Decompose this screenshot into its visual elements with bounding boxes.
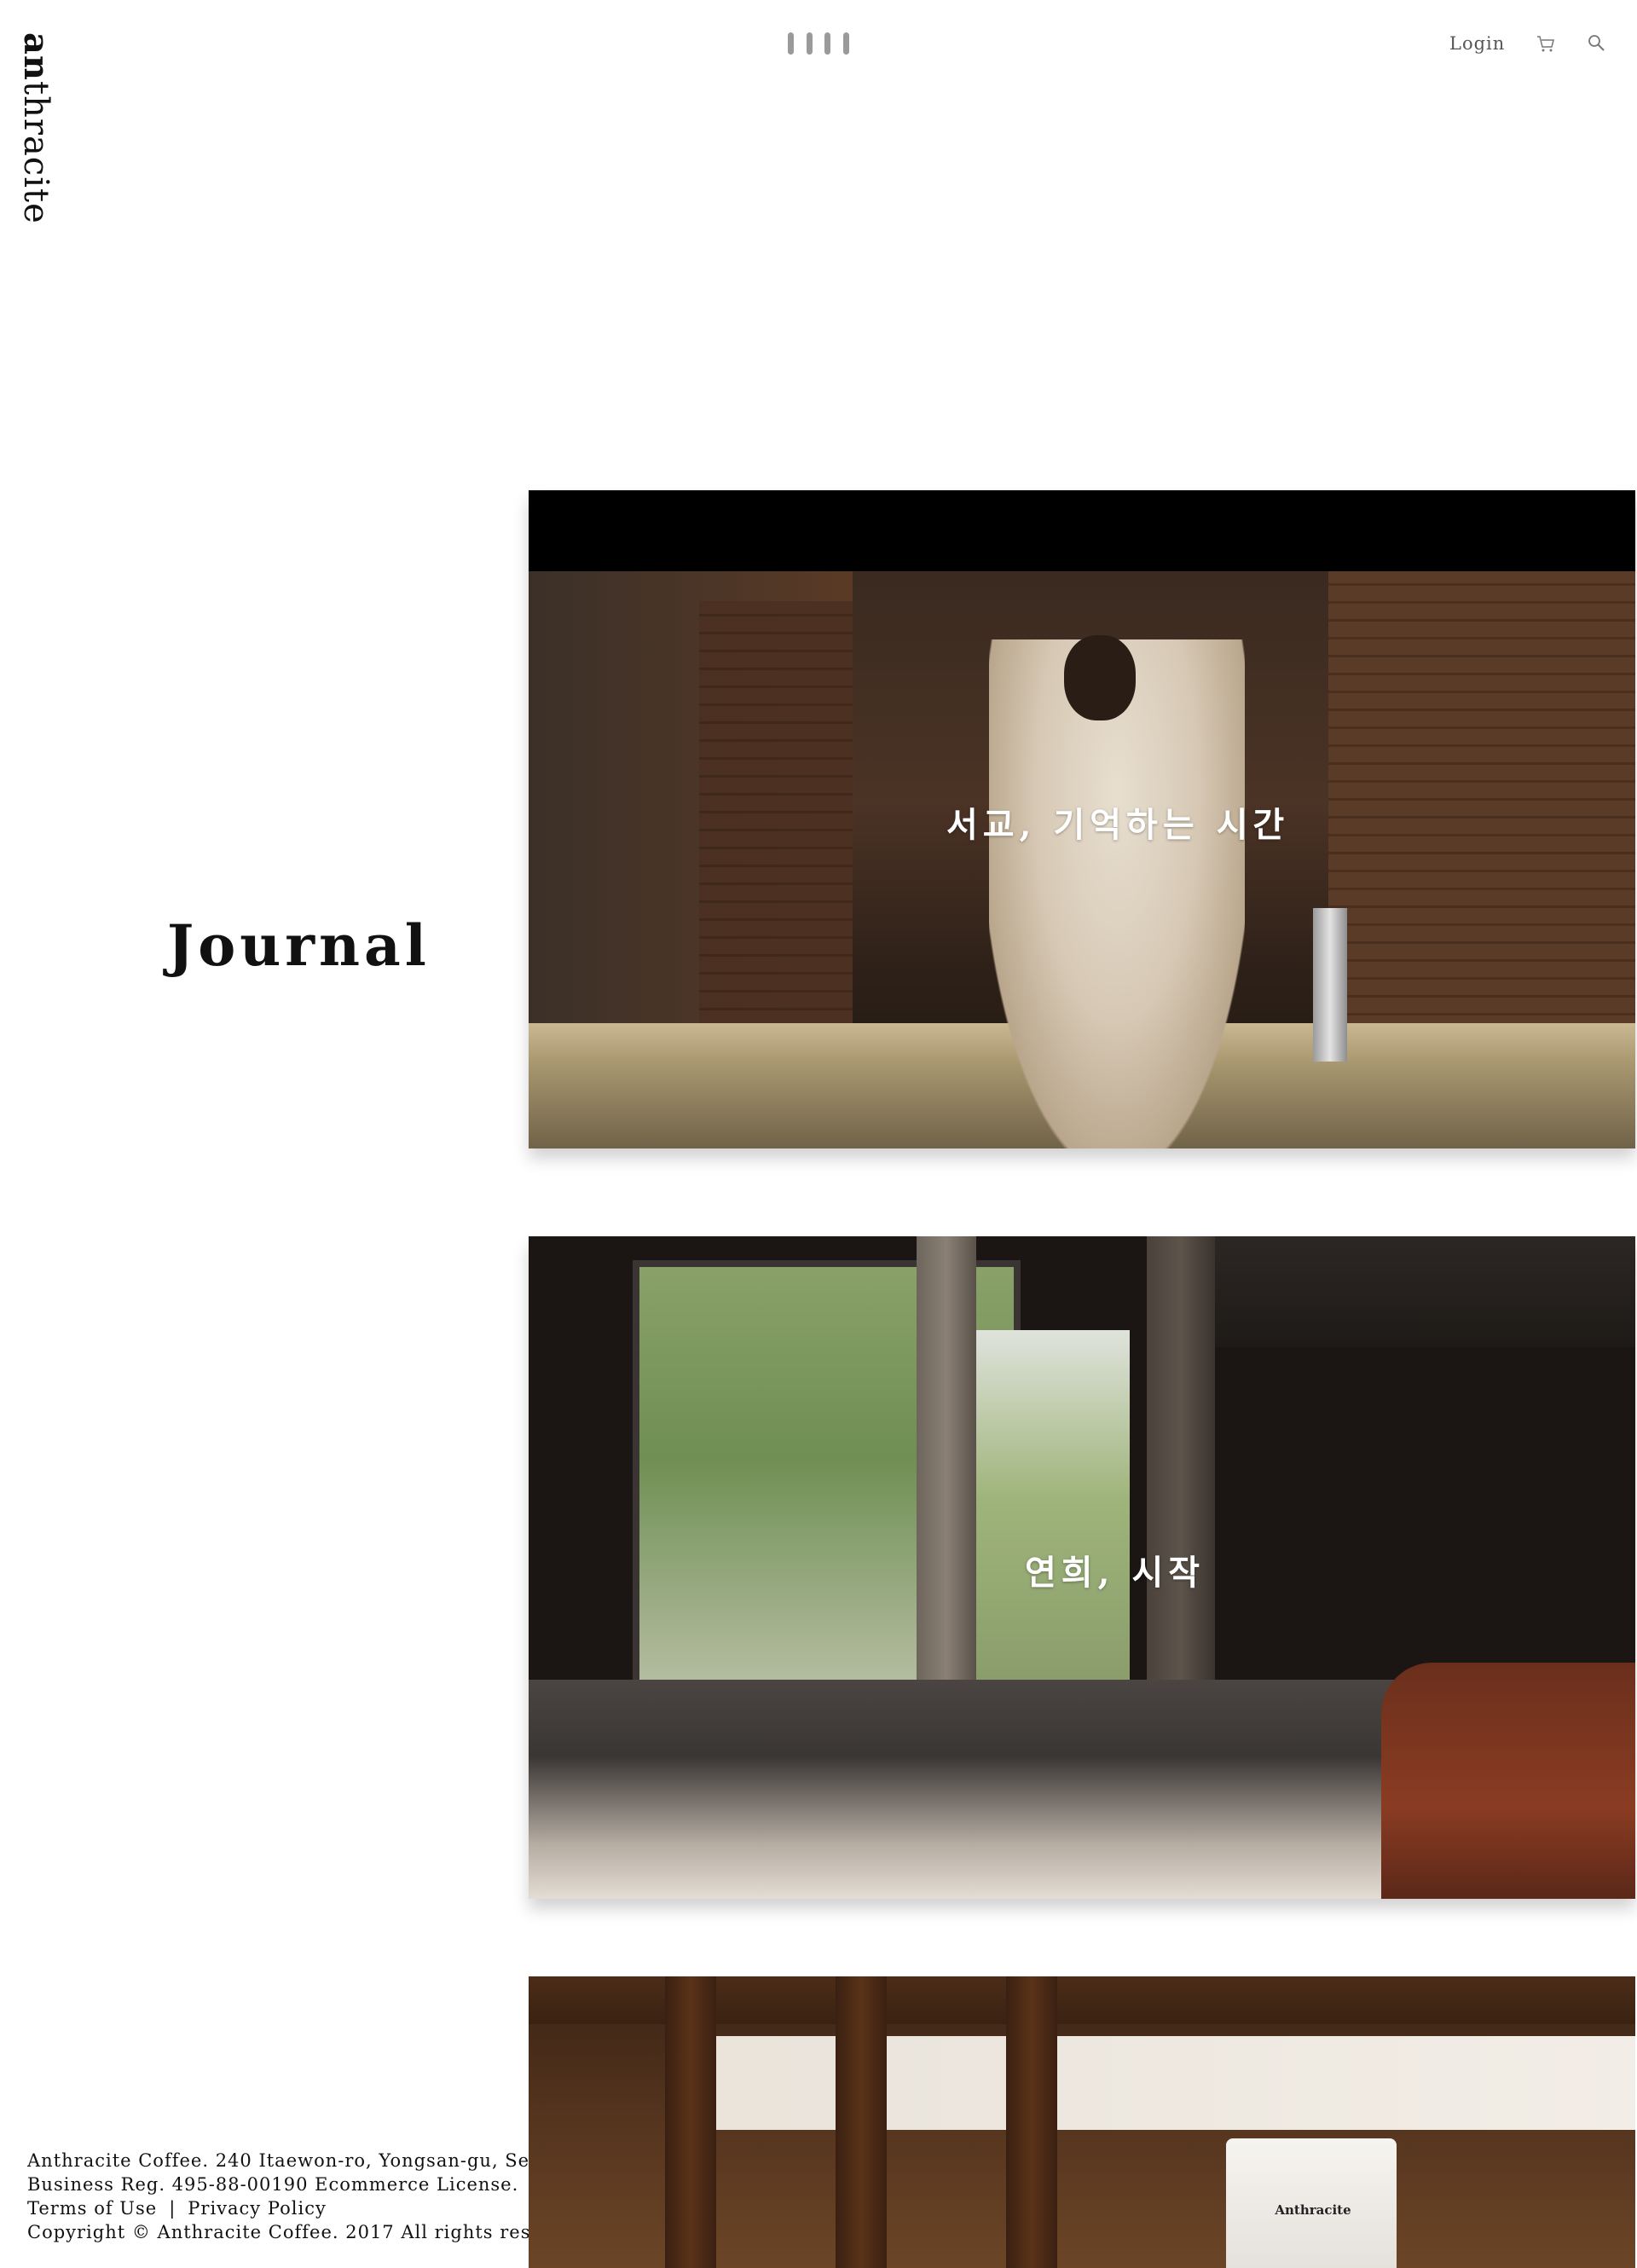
brand-logo-bold: an [16, 32, 56, 81]
header-actions: Login [1449, 31, 1611, 56]
card-1-photo-head [1064, 635, 1136, 720]
card-1-photo-wall-right [1328, 571, 1635, 1049]
footer-address: Anthracite Coffee. 240 Itaewon-ro, Yongs… [27, 2150, 529, 2171]
login-link[interactable]: Login [1449, 33, 1505, 54]
search-icon[interactable] [1587, 33, 1607, 54]
card-2-photo-ceiling [1194, 1236, 1635, 1347]
privacy-link[interactable]: Privacy Policy [188, 2198, 327, 2219]
journal-card-3[interactable]: Anthracite [529, 1976, 1635, 2268]
card-3-photo-post [836, 1976, 887, 2268]
footer-copyright: Copyright © Anthracite Coffee. 2017 All … [27, 2222, 529, 2242]
card-3-bag-label: Anthracite [1275, 2202, 1351, 2218]
footer: Anthracite Coffee. 240 Itaewon-ro, Yongs… [27, 2149, 529, 2244]
card-1-caption: 서교, 기억하는 시간 [946, 805, 1290, 845]
menu-bar [806, 32, 813, 55]
journal-card-2[interactable]: 연희, 시작 [529, 1236, 1635, 1899]
card-3-photo-post [1006, 1976, 1057, 2268]
terms-link[interactable]: Terms of Use [27, 2198, 157, 2219]
card-2-caption: 연희, 시작 [1025, 1553, 1206, 1593]
footer-separator: | [169, 2198, 176, 2219]
brand-logo-rest: thracite [16, 81, 55, 224]
footer-business: Business Reg. 495-88-00190 Ecommerce Lic… [27, 2174, 519, 2195]
menu-icon[interactable] [788, 32, 849, 56]
journal-card-1[interactable]: 서교, 기억하는 시간 [529, 490, 1635, 1148]
card-2-photo-window-2 [976, 1330, 1130, 1705]
menu-bar [788, 32, 794, 55]
menu-bar [842, 32, 849, 55]
card-2-photo-table [1381, 1663, 1635, 1899]
card-1-photo-machine [1313, 908, 1347, 1062]
menu-bar [824, 32, 831, 55]
card-1-photo-column [699, 601, 853, 1062]
page-title: Journal [167, 912, 431, 979]
cart-icon[interactable] [1536, 33, 1556, 54]
card-3-photo-post [665, 1976, 716, 2268]
brand-logo[interactable]: anthracite [16, 32, 56, 224]
card-3-photo-wall [682, 2036, 1635, 2130]
footer-links: Terms of Use | Privacy Policy [27, 2196, 529, 2220]
